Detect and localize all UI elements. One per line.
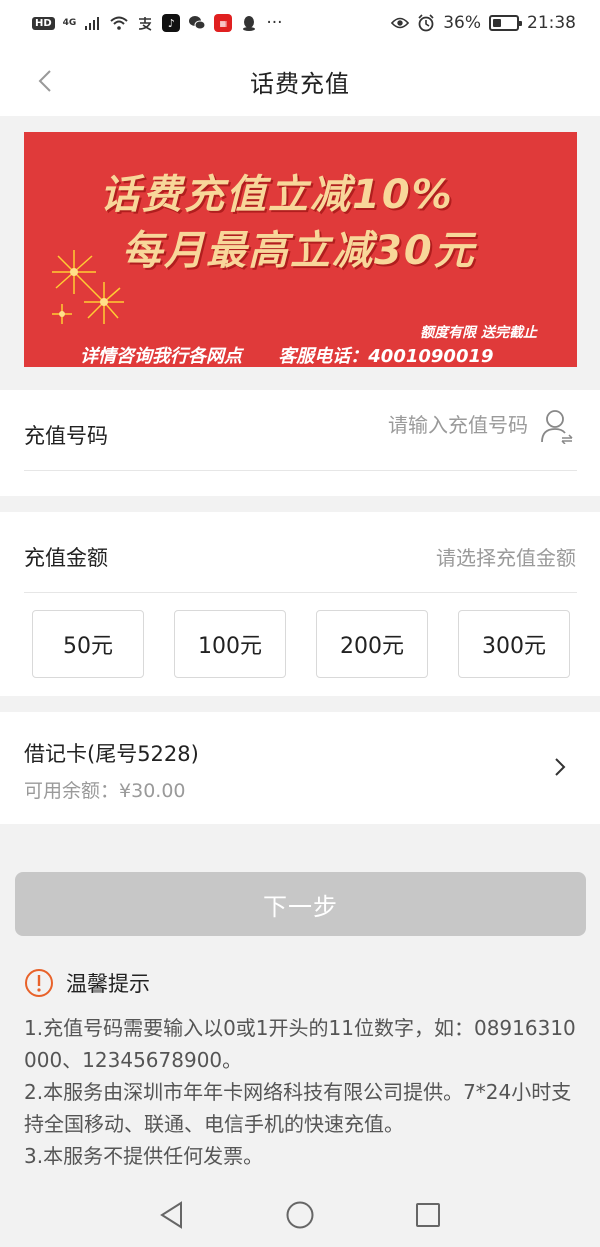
page-title: 话费充值 — [250, 69, 350, 98]
status-right: 36% 21:38 — [391, 13, 576, 33]
banner-footer-left: 详情咨询我行各网点 — [80, 346, 242, 367]
amount-divider — [24, 592, 577, 593]
tips-header: 温馨提示 — [24, 968, 150, 998]
alipay-icon — [136, 15, 154, 31]
warning-icon — [25, 969, 53, 997]
amount-label: 充值金额 — [24, 546, 108, 570]
firework-icon — [52, 250, 124, 324]
balance-value: ¥30.00 — [119, 780, 186, 802]
banner-headline-1: 话费充值立减10% — [100, 172, 454, 218]
status-bar: HD 4G ♪ ▦ ··· 36% 21:38 — [0, 0, 600, 46]
phone-divider — [24, 470, 577, 471]
amount-option-100[interactable]: 100元 — [174, 610, 286, 678]
amount-option-200[interactable]: 200元 — [316, 610, 428, 678]
contacts-icon[interactable] — [540, 408, 574, 444]
balance-label: 可用余额： — [24, 780, 120, 802]
debit-card-name: 借记卡(尾号5228) — [24, 742, 199, 766]
next-step-button[interactable]: 下一步 — [15, 872, 586, 936]
wechat-icon — [188, 15, 206, 31]
overflow-indicator: ··· — [266, 13, 283, 33]
tip-item-3: 3.本服务不提供任何发票。 — [24, 1144, 264, 1168]
back-button[interactable] — [28, 64, 62, 98]
status-left: HD 4G ♪ ▦ ··· — [32, 13, 283, 33]
system-back-button[interactable] — [156, 1199, 188, 1231]
banner-note: 额度有限 送完截止 — [420, 325, 537, 341]
banner-headline-2: 每月最高立减30元 — [122, 228, 476, 274]
battery-percent: 36% — [443, 13, 481, 33]
battery-icon — [489, 15, 522, 31]
system-nav-bar — [0, 1183, 600, 1247]
amount-placeholder: 请选择充值金额 — [436, 546, 576, 570]
payment-card[interactable]: 借记卡(尾号5228) 可用余额：¥30.00 — [0, 712, 600, 824]
chevron-right-icon — [555, 758, 566, 776]
amount-option-50[interactable]: 50元 — [32, 610, 144, 678]
nav-bar: 话费充值 — [0, 46, 600, 116]
phone-label: 充值号码 — [24, 424, 108, 448]
tiktok-icon: ♪ — [162, 14, 181, 32]
eye-icon — [391, 15, 410, 31]
qq-icon — [240, 15, 258, 31]
amount-card: 充值金额 请选择充值金额 50元 100元 200元 300元 — [0, 512, 600, 696]
circle-home-icon — [286, 1201, 314, 1229]
banner-section: 话费充值立减10% 每月最高立减30元 额度有限 送完截止 详情咨询我行各网点 … — [0, 116, 600, 390]
app-icon: ▦ — [214, 14, 233, 32]
tips-body: 1.充值号码需要输入以0或1开头的11位数字，如：08916310000、123… — [24, 1012, 576, 1182]
system-home-button[interactable] — [284, 1199, 316, 1231]
phone-number-input[interactable] — [298, 410, 528, 440]
signal-icon — [84, 15, 102, 31]
balance-row: 可用余额：¥30.00 — [24, 776, 186, 803]
banner-footer: 详情咨询我行各网点 客服电话：4001090019 — [80, 342, 524, 367]
clock: 21:38 — [527, 13, 576, 33]
network-type: 4G — [62, 17, 77, 28]
network-indicator: 4G — [62, 17, 77, 28]
hd-badge: HD — [32, 16, 55, 30]
tips-title: 温馨提示 — [66, 972, 150, 996]
chevron-left-icon — [38, 70, 51, 92]
tip-item-1: 1.充值号码需要输入以0或1开头的11位数字，如：08916310000、123… — [24, 1016, 576, 1072]
system-recents-button[interactable] — [412, 1199, 444, 1231]
promo-banner[interactable]: 话费充值立减10% 每月最高立减30元 额度有限 送完截止 详情咨询我行各网点 … — [24, 132, 577, 367]
square-recents-icon — [416, 1203, 440, 1227]
banner-footer-right: 客服电话：4001090019 — [278, 346, 494, 367]
wifi-icon — [110, 15, 128, 31]
alarm-icon — [417, 14, 435, 32]
amount-option-300[interactable]: 300元 — [458, 610, 570, 678]
tip-item-2: 2.本服务由深圳市年年卡网络科技有限公司提供。7*24小时支持全国移动、联通、电… — [24, 1080, 572, 1136]
phone-number-card: 充值号码 — [0, 390, 600, 496]
triangle-back-icon — [160, 1201, 182, 1229]
